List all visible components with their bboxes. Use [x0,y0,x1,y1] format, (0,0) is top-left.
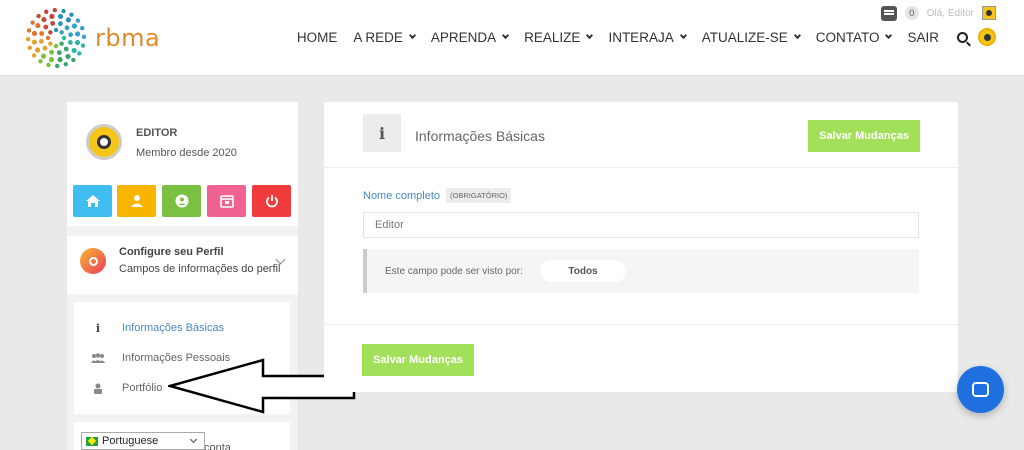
profile-button[interactable] [117,185,156,217]
brand-name[interactable]: rbma [95,24,160,52]
required-badge: (OBRIGATÓRIO) [446,188,512,203]
logout-button[interactable] [252,185,291,217]
save-changes-button-bottom[interactable]: Salvar Mudanças [362,344,474,376]
divider [324,324,958,325]
nav-atualize-se[interactable]: ATUALIZE-SE [694,30,808,45]
chevron-down-icon [408,31,416,40]
chevron-down-icon [189,435,198,444]
nav-a-rede-label: A REDE [353,29,403,45]
nav-home-label: HOME [296,29,338,45]
full-name-label: Nome completo (OBRIGATÓRIO) [363,188,512,203]
profile-config-icon [80,248,106,274]
full-name-input[interactable]: Editor [363,212,919,238]
nav-contato-label: CONTATO [815,29,880,45]
power-icon [265,195,278,208]
users-icon [74,353,122,363]
chevron-down-icon [502,31,510,40]
nav-home[interactable]: HOME [289,30,346,45]
user-icon [130,195,143,207]
chevron-down-icon [793,31,801,40]
chat-icon [972,382,989,397]
nav-sair[interactable]: SAIR [899,30,947,45]
language-selected: Portuguese [102,435,159,447]
visibility-label: Este campo pode ser visto por: [385,266,523,277]
info-icon: i [95,321,101,335]
config-title: Configure seu Perfil [119,246,224,258]
brazil-flag-icon [86,436,98,446]
user-avatar-small[interactable] [982,6,996,20]
home-icon [85,195,100,207]
configure-profile-toggle[interactable]: Configure seu Perfil Campos de informaçõ… [67,236,298,294]
nav-realize[interactable]: REALIZE [516,30,600,45]
chevron-down-icon [885,31,893,40]
user-icon [74,383,122,394]
calendar-icon [219,195,234,208]
avatar[interactable] [86,124,122,160]
visibility-select[interactable]: Todos [540,260,626,282]
profile-card: EDITOR Membro desde 2020 [67,102,298,174]
visibility-setting: Este campo pode ser visto por: Todos [363,249,919,293]
save-changes-button-top[interactable]: Salvar Mudanças [808,120,920,152]
greeting-text[interactable]: Olá, Editor [927,8,974,19]
messages-icon[interactable] [880,5,897,21]
nav-interaja[interactable]: INTERAJA [600,30,693,45]
user-topbar: 0 Olá, Editor [880,4,996,22]
page-title: Informações Básicas [415,128,545,144]
field-label-text: Nome completo [363,189,441,202]
nav-interaja-label: INTERAJA [608,29,674,45]
chevron-down-icon [586,31,594,40]
chat-widget-button[interactable] [957,366,1004,413]
menu-item-label: Informações Básicas [122,322,225,334]
nav-user-avatar[interactable] [978,28,996,46]
account-button[interactable] [162,185,201,217]
search-icon[interactable] [957,31,968,43]
nav-atualize-se-label: ATUALIZE-SE [701,29,788,45]
divider [324,167,958,168]
account-label: conta [204,442,231,450]
notification-count[interactable]: 0 [904,6,919,20]
profile-name: EDITOR [136,127,178,139]
account-circle-icon [175,194,188,208]
nav-contato[interactable]: CONTATO [808,30,900,45]
nav-sair-label: SAIR [907,29,939,45]
member-since: Membro desde 2020 [136,147,237,159]
site-header: rbma 0 Olá, Editor HOME A REDE APRENDA R… [0,0,1024,76]
calendar-button[interactable] [207,185,246,217]
chevron-down-icon [679,31,687,40]
rbma-logo-icon[interactable] [24,8,88,68]
basic-info-panel: i Informações Básicas Salvar Mudanças No… [324,102,958,392]
main-nav: HOME A REDE APRENDA REALIZE INTERAJA ATU… [289,28,996,46]
info-icon: i [363,114,401,152]
nav-aprenda[interactable]: APRENDA [423,30,516,45]
nav-realize-label: REALIZE [524,29,581,45]
home-button[interactable] [73,185,112,217]
menu-item-informacoes-basicas[interactable]: i Informações Básicas [74,316,290,340]
quick-actions [67,174,298,226]
menu-item-label: Portfólio [122,382,163,394]
config-subtitle: Campos de informações do perfil [119,263,281,275]
language-select[interactable]: Portuguese [81,432,205,450]
nav-aprenda-label: APRENDA [430,29,497,45]
nav-a-rede[interactable]: A REDE [345,30,423,45]
